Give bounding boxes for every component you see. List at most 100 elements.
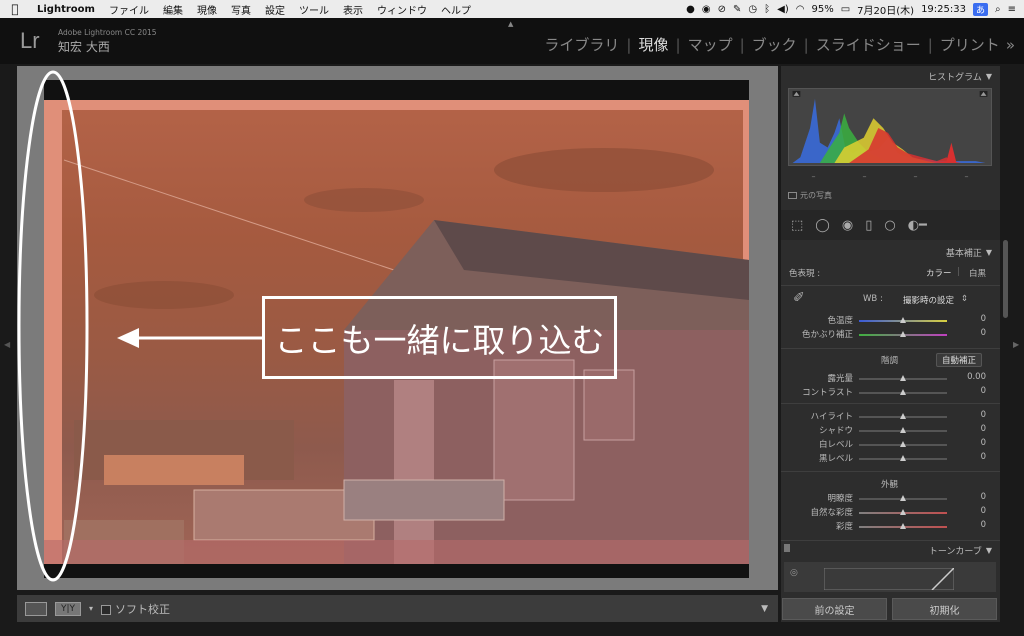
presence-row: 外観 <box>781 478 1000 492</box>
slider-value[interactable]: 0 <box>981 386 986 396</box>
slider-knob[interactable] <box>900 495 906 501</box>
slider-knob[interactable] <box>900 413 906 419</box>
slider-knob[interactable] <box>900 389 906 395</box>
before-after-button[interactable]: Y|Y <box>55 601 81 616</box>
wb-select-arrows-icon[interactable]: ⇕ <box>961 294 968 304</box>
module-map[interactable]: マップ <box>685 34 736 55</box>
collapse-right-panel-icon[interactable]: ▶ <box>1013 340 1019 349</box>
collapse-triangle-icon[interactable]: ▼ <box>986 248 992 257</box>
time-machine-icon[interactable]: ◷ <box>748 4 757 15</box>
slider-knob[interactable] <box>900 375 906 381</box>
input-method-icon[interactable]: あ <box>972 2 988 16</box>
slider-value[interactable]: 0 <box>981 452 986 462</box>
notification-center-icon[interactable]: ≡ <box>1008 4 1016 15</box>
annotation-arrow <box>117 328 262 348</box>
slider-knob[interactable] <box>900 331 906 337</box>
soft-proofing-label: ソフト校正 <box>115 602 171 616</box>
slider-value[interactable]: 0 <box>981 438 986 448</box>
apple-menu-icon[interactable]:  <box>0 2 30 16</box>
spot-removal-tool-icon[interactable]: ◯ <box>815 218 830 233</box>
menu-item-view[interactable]: 表示 <box>336 2 370 17</box>
original-photo-icon <box>788 192 797 199</box>
slider-value[interactable]: 0.00 <box>967 372 986 382</box>
presence-label: 外観 <box>881 480 899 490</box>
menubar-time[interactable]: 19:25:33 <box>921 4 966 15</box>
module-book[interactable]: ブック <box>749 34 800 55</box>
menu-item-tools[interactable]: ツール <box>292 2 336 17</box>
tone-curve-graph[interactable]: ◎ <box>784 562 996 592</box>
image-view[interactable]: ここも一緒に取り込む <box>17 66 778 590</box>
collapse-left-panel-icon[interactable]: ◀ <box>4 340 10 349</box>
slider-knob[interactable] <box>900 441 906 447</box>
tone-curve-header[interactable]: トーンカーブ ▼ <box>781 540 1000 560</box>
volume-icon[interactable]: ◀) <box>777 4 789 15</box>
toolbar-options-icon[interactable]: ▼ <box>761 604 768 614</box>
wb-eyedropper-icon[interactable]: ✐ <box>793 290 805 306</box>
collapse-triangle-icon[interactable]: ▼ <box>986 72 992 81</box>
original-photo-toggle[interactable]: 元の写真 <box>788 190 832 201</box>
more-modules-icon[interactable]: » <box>1003 36 1018 54</box>
slider-knob[interactable] <box>900 523 906 529</box>
menu-item-settings[interactable]: 設定 <box>258 2 292 17</box>
adjustment-brush-icon[interactable]: ◐━ <box>908 218 927 233</box>
wifi-icon[interactable]: ◠ <box>796 4 805 15</box>
spotlight-icon[interactable]: ⌕ <box>995 4 1001 15</box>
menu-item-lightroom[interactable]: Lightroom <box>30 4 102 15</box>
slider-value[interactable]: 0 <box>981 410 986 420</box>
menu-item-file[interactable]: ファイル <box>102 2 156 17</box>
wb-select[interactable]: 撮影時の設定 <box>903 294 954 306</box>
slider-value[interactable]: 0 <box>981 492 986 502</box>
menu-item-window[interactable]: ウィンドウ <box>370 2 434 17</box>
panel-switch-icon[interactable] <box>784 544 790 552</box>
sync-icon[interactable]: ⊘ <box>718 4 726 15</box>
menu-item-photo[interactable]: 写真 <box>224 2 258 17</box>
divider <box>781 348 1000 349</box>
slider-value[interactable]: 0 <box>981 328 986 338</box>
lightroom-logo: Lr <box>20 28 40 53</box>
menu-item-edit[interactable]: 編集 <box>156 2 190 17</box>
histogram-header[interactable]: ヒストグラム ▼ <box>781 66 1000 86</box>
slider-value[interactable]: 0 <box>981 506 986 516</box>
red-eye-tool-icon[interactable]: ◉ <box>842 218 853 233</box>
slider-knob[interactable] <box>900 317 906 323</box>
menubar-date[interactable]: 7月20日(木) <box>857 2 914 17</box>
right-panel-scrollbar[interactable] <box>1003 240 1008 318</box>
soft-proofing-checkbox[interactable] <box>101 604 112 615</box>
crop-tool-icon[interactable]: ⬚ <box>791 218 803 233</box>
collapse-top-panel-icon[interactable]: ▲ <box>508 20 513 28</box>
before-after-dropdown-icon[interactable]: ▾ <box>89 604 93 613</box>
evernote-icon[interactable]: ✎ <box>733 4 741 15</box>
menu-item-help[interactable]: ヘルプ <box>434 2 478 17</box>
slider-value[interactable]: 0 <box>981 424 986 434</box>
menu-item-develop[interactable]: 現像 <box>190 2 224 17</box>
battery-icon[interactable]: ▭ <box>841 4 850 15</box>
soft-proofing-toggle[interactable]: ソフト校正 <box>101 601 170 617</box>
graduated-filter-icon[interactable]: ▯ <box>865 218 872 233</box>
slider-label: 明瞭度 <box>827 494 853 504</box>
slider-knob[interactable] <box>900 427 906 433</box>
line-icon[interactable]: ● <box>686 4 695 15</box>
creative-cloud-icon[interactable]: ◉ <box>702 4 711 15</box>
loupe-view-button[interactable] <box>25 601 47 616</box>
basic-header[interactable]: 基本補正 ▼ <box>781 242 1000 262</box>
treatment-bw-button[interactable]: 白黒 <box>969 267 986 279</box>
previous-settings-button[interactable]: 前の設定 <box>782 598 887 620</box>
module-develop[interactable]: 現像 <box>635 34 671 55</box>
treatment-color-button[interactable]: カラー <box>926 267 952 279</box>
slider-value[interactable]: 0 <box>981 314 986 324</box>
slider-row: ハイライト 0 <box>781 410 1000 424</box>
module-library[interactable]: ライブラリ <box>541 34 622 55</box>
slider-label: 露光量 <box>827 374 853 384</box>
auto-tone-button[interactable]: 自動補正 <box>936 353 983 367</box>
bluetooth-icon[interactable]: ᛒ <box>764 4 770 15</box>
module-print[interactable]: プリント <box>937 34 1003 55</box>
reset-button[interactable]: 初期化 <box>892 598 997 620</box>
slider-knob[interactable] <box>900 509 906 515</box>
module-slideshow[interactable]: スライドショー <box>813 34 924 55</box>
slider-knob[interactable] <box>900 455 906 461</box>
histogram[interactable] <box>788 88 992 166</box>
target-adjustment-icon[interactable]: ◎ <box>790 568 798 578</box>
collapse-triangle-icon[interactable]: ▼ <box>986 546 992 555</box>
radial-filter-icon[interactable]: ○ <box>884 218 895 233</box>
slider-value[interactable]: 0 <box>981 520 986 530</box>
